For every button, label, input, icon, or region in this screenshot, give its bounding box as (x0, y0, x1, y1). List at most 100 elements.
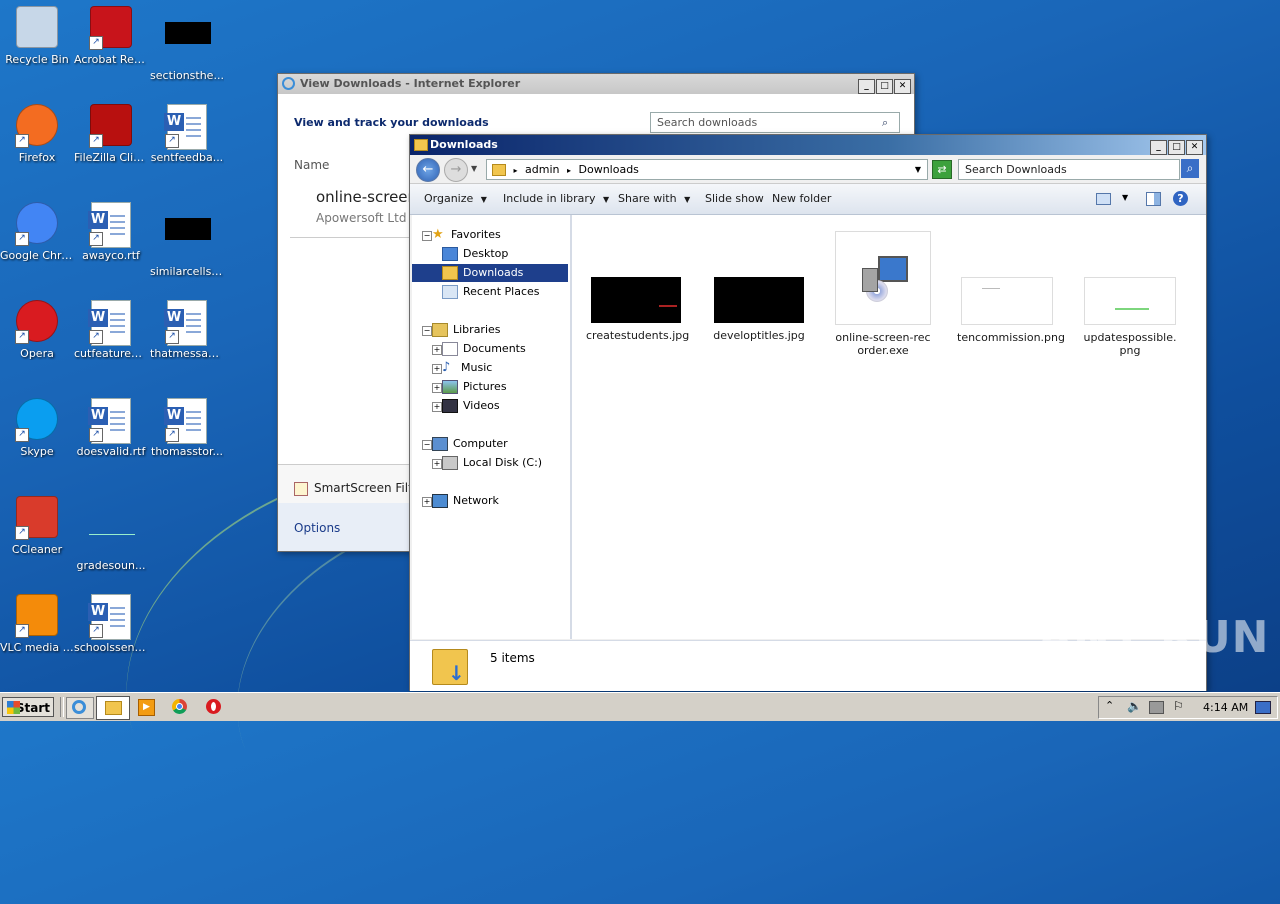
ie-taskbar-button[interactable] (66, 697, 94, 719)
expand-icon[interactable]: + (432, 345, 442, 355)
preview-pane-icon[interactable] (1146, 192, 1161, 206)
tree-item-music[interactable]: ♪ Music (442, 359, 492, 377)
chevron-down-icon[interactable]: ▼ (915, 160, 921, 179)
desktop-icon-item[interactable]: W ↗ schoolssent... (74, 594, 148, 654)
search-icon[interactable]: ⌕ (882, 116, 888, 130)
include-in-library-menu[interactable]: Include in library ▼ (503, 192, 609, 205)
tree-item-pictures[interactable]: Pictures (442, 378, 507, 396)
breadcrumb-downloads[interactable]: Downloads (579, 163, 639, 176)
desktop-icon-item[interactable]: Recycle Bin (0, 6, 74, 66)
smartscreen-icon (294, 482, 308, 496)
desktop-icon-item[interactable]: similarcells.jpg (150, 202, 224, 278)
chevron-down-icon[interactable]: ▼ (1122, 193, 1128, 202)
desktop-icon-item[interactable]: ↗ Skype (0, 398, 74, 458)
change-view-icon[interactable] (1096, 193, 1111, 205)
expand-icon[interactable]: + (422, 497, 432, 507)
desktop-icon-item[interactable]: sectionsthe... (150, 6, 224, 82)
share-with-menu[interactable]: Share with ▼ (618, 192, 690, 205)
desktop-icon-item[interactable]: ↗ CCleaner (0, 496, 74, 556)
explorer-search-input[interactable]: Search Downloads (958, 159, 1180, 180)
desktop-icon-item[interactable]: W ↗ thomasstor... (150, 398, 224, 458)
file-item[interactable]: online-screen-recorder.exe (833, 231, 933, 357)
tree-item-desktop[interactable]: Desktop (442, 245, 508, 263)
desktop-icon-item[interactable]: W ↗ cutfeatured... (74, 300, 148, 360)
desktop-icon-item[interactable]: ↗ VLC media player (0, 594, 74, 654)
tree-item-videos[interactable]: Videos (442, 397, 500, 415)
tree-item-local-disk[interactable]: Local Disk (C:) (442, 454, 542, 472)
tree-item-network[interactable]: Network (432, 492, 499, 510)
maximize-button[interactable]: □ (1168, 139, 1185, 155)
ie-title-bar[interactable]: View Downloads - Internet Explorer _ □ ✕ (278, 74, 914, 94)
desktop-icon-item[interactable]: W ↗ awayco.rtf (74, 202, 148, 262)
opera-icon[interactable] (206, 699, 221, 714)
desktop-icon-item[interactable]: W ↗ doesvalid.rtf (74, 398, 148, 458)
tree-item-computer[interactable]: Computer (432, 435, 508, 453)
tree-item-libraries[interactable]: Libraries (432, 321, 501, 339)
explorer-title-bar[interactable]: Downloads _ □ ✕ (410, 135, 1206, 155)
download-item[interactable]: online-screen Apowersoft Ltd (316, 188, 417, 225)
options-link[interactable]: Options (294, 521, 340, 535)
recent-places-icon (442, 285, 458, 299)
file-item[interactable]: developtitles.jpg (709, 277, 809, 342)
desktop-icon-item[interactable]: W ↗ thatmessag... (150, 300, 224, 360)
minimize-button[interactable]: _ (858, 78, 875, 94)
expand-icon[interactable]: + (432, 364, 442, 374)
organize-menu[interactable]: Organize ▼ (424, 192, 487, 205)
expand-icon[interactable]: + (432, 383, 442, 393)
tree-item-recent-places[interactable]: Recent Places (442, 283, 540, 301)
forward-button[interactable]: → (444, 158, 468, 182)
desktop-icon-item[interactable]: ↗ Firefox (0, 104, 74, 164)
tree-item-favorites[interactable]: ★ Favorites (432, 226, 501, 244)
minimize-button[interactable]: _ (1150, 139, 1167, 155)
expand-icon[interactable]: + (432, 402, 442, 412)
breadcrumb-admin[interactable]: admin (525, 163, 559, 176)
new-folder-button[interactable]: New folder (772, 192, 831, 205)
close-button[interactable]: ✕ (1186, 139, 1203, 155)
collapse-icon[interactable]: − (422, 326, 432, 336)
volume-icon[interactable]: 🔈 (1127, 699, 1142, 713)
network-icon[interactable] (1149, 701, 1164, 714)
slide-show-button[interactable]: Slide show (705, 192, 764, 205)
search-icon[interactable]: ⌕ (1181, 159, 1199, 178)
explorer-window: Downloads _ □ ✕ ← → ▼ ▸ admin ▸ Downloads … (409, 134, 1207, 691)
help-icon[interactable]: ? (1173, 191, 1188, 206)
refresh-icon[interactable]: ⇄ (932, 160, 952, 179)
breadcrumb[interactable]: ▸ admin ▸ Downloads ▼ (486, 159, 928, 180)
expand-icon[interactable]: + (432, 459, 442, 469)
file-name: createstudents.jpg (586, 329, 690, 342)
start-button[interactable]: Start (2, 697, 54, 717)
desktop-icon-item[interactable]: W ↗ sentfeedba... (150, 104, 224, 164)
file-item[interactable]: createstudents.jpg (586, 277, 690, 342)
desktop-icon-item[interactable]: ↗ Acrobat Reader DC (74, 6, 148, 66)
back-button[interactable]: ← (416, 158, 440, 182)
column-name-header[interactable]: Name (294, 158, 329, 172)
tree-item-downloads[interactable]: Downloads (442, 264, 523, 282)
ie-heading: View and track your downloads (294, 116, 489, 129)
show-desktop-icon[interactable] (1255, 701, 1271, 714)
desktop-icon-item[interactable]: ↗ FileZilla Client (74, 104, 148, 164)
tree-item-documents[interactable]: Documents (442, 340, 526, 358)
desktop-icon-item[interactable]: gradesoun... (74, 496, 148, 572)
recent-pages-dropdown-icon[interactable]: ▼ (471, 164, 477, 173)
explorer-taskbar-button[interactable] (96, 696, 130, 720)
shortcut-arrow-icon: ↗ (165, 330, 179, 344)
desktop-icon-item[interactable]: ↗ Opera (0, 300, 74, 360)
download-arrow-icon: ↓ (448, 661, 465, 685)
file-item[interactable]: tencommission.png (957, 277, 1065, 344)
desktop-icon-label: Skype (20, 445, 54, 458)
collapse-icon[interactable]: − (422, 440, 432, 450)
close-button[interactable]: ✕ (894, 78, 911, 94)
clock[interactable]: 4:14 AM (1203, 701, 1248, 714)
folder-icon (492, 164, 506, 176)
desktop-icon-item[interactable]: ↗ Google Chrome (0, 202, 74, 262)
ie-search-input[interactable]: Search downloads (650, 112, 900, 133)
show-hidden-icons-icon[interactable]: ⌃ (1105, 699, 1114, 712)
smartscreen-link[interactable]: SmartScreen Filte (314, 481, 420, 495)
action-center-flag-icon[interactable]: ⚐ (1173, 699, 1184, 713)
maximize-button[interactable]: □ (876, 78, 893, 94)
chrome-icon[interactable] (172, 699, 187, 714)
file-item[interactable]: updatespossible.png (1080, 277, 1180, 357)
collapse-icon[interactable]: − (422, 231, 432, 241)
navigation-pane: − ★ Favorites Desktop Downloads Recent Pl… (412, 215, 572, 639)
media-player-icon[interactable]: ▶ (138, 699, 155, 716)
